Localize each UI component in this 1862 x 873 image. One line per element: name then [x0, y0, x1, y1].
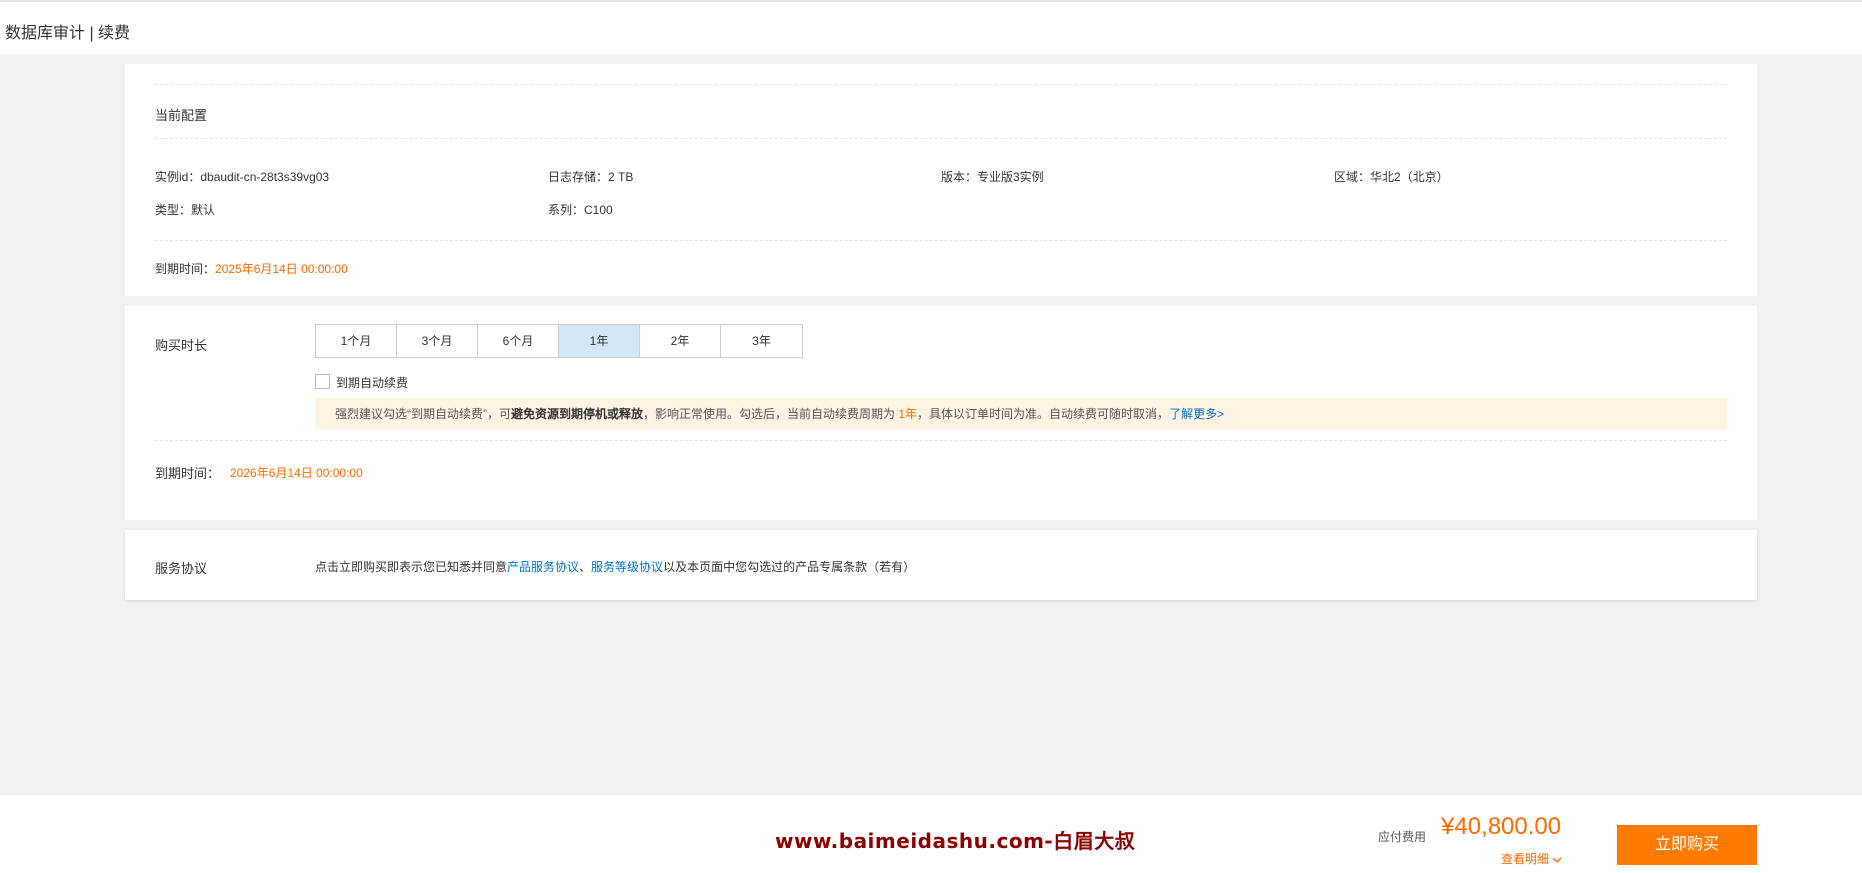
period-option-6-months[interactable]: 6个月 — [478, 325, 559, 357]
divider — [155, 240, 1727, 241]
divider — [155, 440, 1727, 441]
view-details-label[interactable]: 查看明细 — [1501, 852, 1549, 866]
auto-renew-notice: 强烈建议勾选“到期自动续费”，可避免资源到期停机或释放，影响正常使用。勾选后，当… — [315, 398, 1727, 430]
period-option-2-years[interactable]: 2年 — [640, 325, 721, 357]
view-details-link[interactable]: 查看明细 — [1501, 850, 1562, 867]
expiry-value: 2025年6月14日 00:00:00 — [215, 262, 348, 276]
current-expiry: 到期时间：2025年6月14日 00:00:00 — [155, 260, 348, 277]
notice-period: 1年 — [898, 407, 918, 421]
duration-label: 购买时长 — [155, 338, 208, 353]
period-option-1-month[interactable]: 1个月 — [316, 325, 397, 357]
agreement-text-2: 以及本页面中您勾选过的产品专属条款（若有） — [663, 560, 916, 574]
purchase-duration-card: 购买时长 1个月 3个月 6个月 1年 2年 3年 到期自动续费 强烈建议勾选“… — [125, 306, 1757, 520]
page-title: 数据库审计 | 续费 — [5, 25, 131, 42]
auto-renew-checkbox[interactable] — [315, 374, 330, 389]
expiry-label: 到期时间： — [155, 262, 216, 276]
notice-text: ，影响正常使用。勾选后，当前自动续费周期为 — [643, 407, 899, 421]
price-label: 应付费用 — [1378, 830, 1427, 844]
agreement-label: 服务协议 — [155, 561, 208, 576]
auto-renew-label[interactable]: 到期自动续费 — [336, 374, 408, 391]
period-option-3-months[interactable]: 3个月 — [397, 325, 478, 357]
watermark: www.baimeidashu.com-白眉大叔 — [775, 829, 1136, 853]
instance-type: 类型：默认 — [155, 203, 216, 217]
learn-more-link[interactable]: 了解更多> — [1169, 407, 1224, 421]
period-option-3-years[interactable]: 3年 — [721, 325, 802, 357]
edition: 版本：专业版3实例 — [941, 170, 1044, 184]
current-config-card: 当前配置 实例id：dbaudit-cn-28t3s39vg03 日志存储：2 … — [125, 64, 1757, 296]
checkout-bar: www.baimeidashu.com-白眉大叔 应付费用 ¥40,800.00… — [0, 795, 1862, 873]
agreement-text: 点击立即购买即表示您已知悉并同意产品服务协议、服务等级协议以及本页面中您勾选过的… — [315, 558, 915, 575]
chevron-down-icon[interactable] — [1552, 856, 1562, 864]
top-bar: 数据库审计 | 续费 — [0, 0, 1862, 54]
service-level-agreement-link[interactable]: 服务等级协议 — [591, 560, 663, 574]
region: 区域：华北2（北京） — [1334, 170, 1449, 184]
period-option-1-year[interactable]: 1年 — [559, 325, 640, 357]
period-selector: 1个月 3个月 6个月 1年 2年 3年 — [315, 324, 803, 358]
buy-now-button[interactable]: 立即购买 — [1617, 825, 1757, 865]
divider — [155, 138, 1727, 139]
new-expiry-label: 到期时间： — [155, 466, 221, 481]
agreement-separator: 、 — [579, 560, 592, 574]
divider — [155, 84, 1727, 85]
price-value: ¥40,800.00 — [1441, 813, 1562, 840]
notice-text: ，具体以订单时间为准。自动续费可随时取消， — [917, 407, 1170, 421]
log-storage: 日志存储：2 TB — [548, 170, 634, 184]
current-config-title: 当前配置 — [155, 108, 208, 123]
product-service-agreement-link[interactable]: 产品服务协议 — [507, 560, 579, 574]
agreement-text-1: 点击立即购买即表示您已知悉并同意 — [315, 560, 508, 574]
series: 系列：C100 — [548, 203, 613, 217]
service-agreement-card: 服务协议 点击立即购买即表示您已知悉并同意产品服务协议、服务等级协议以及本页面中… — [125, 530, 1757, 600]
new-expiry-value: 2026年6月14日 00:00:00 — [230, 466, 363, 480]
notice-text: 强烈建议勾选“到期自动续费”，可 — [335, 407, 511, 421]
notice-bold-text: 避免资源到期停机或释放 — [511, 407, 644, 421]
instance-id: 实例id：dbaudit-cn-28t3s39vg03 — [155, 170, 330, 184]
